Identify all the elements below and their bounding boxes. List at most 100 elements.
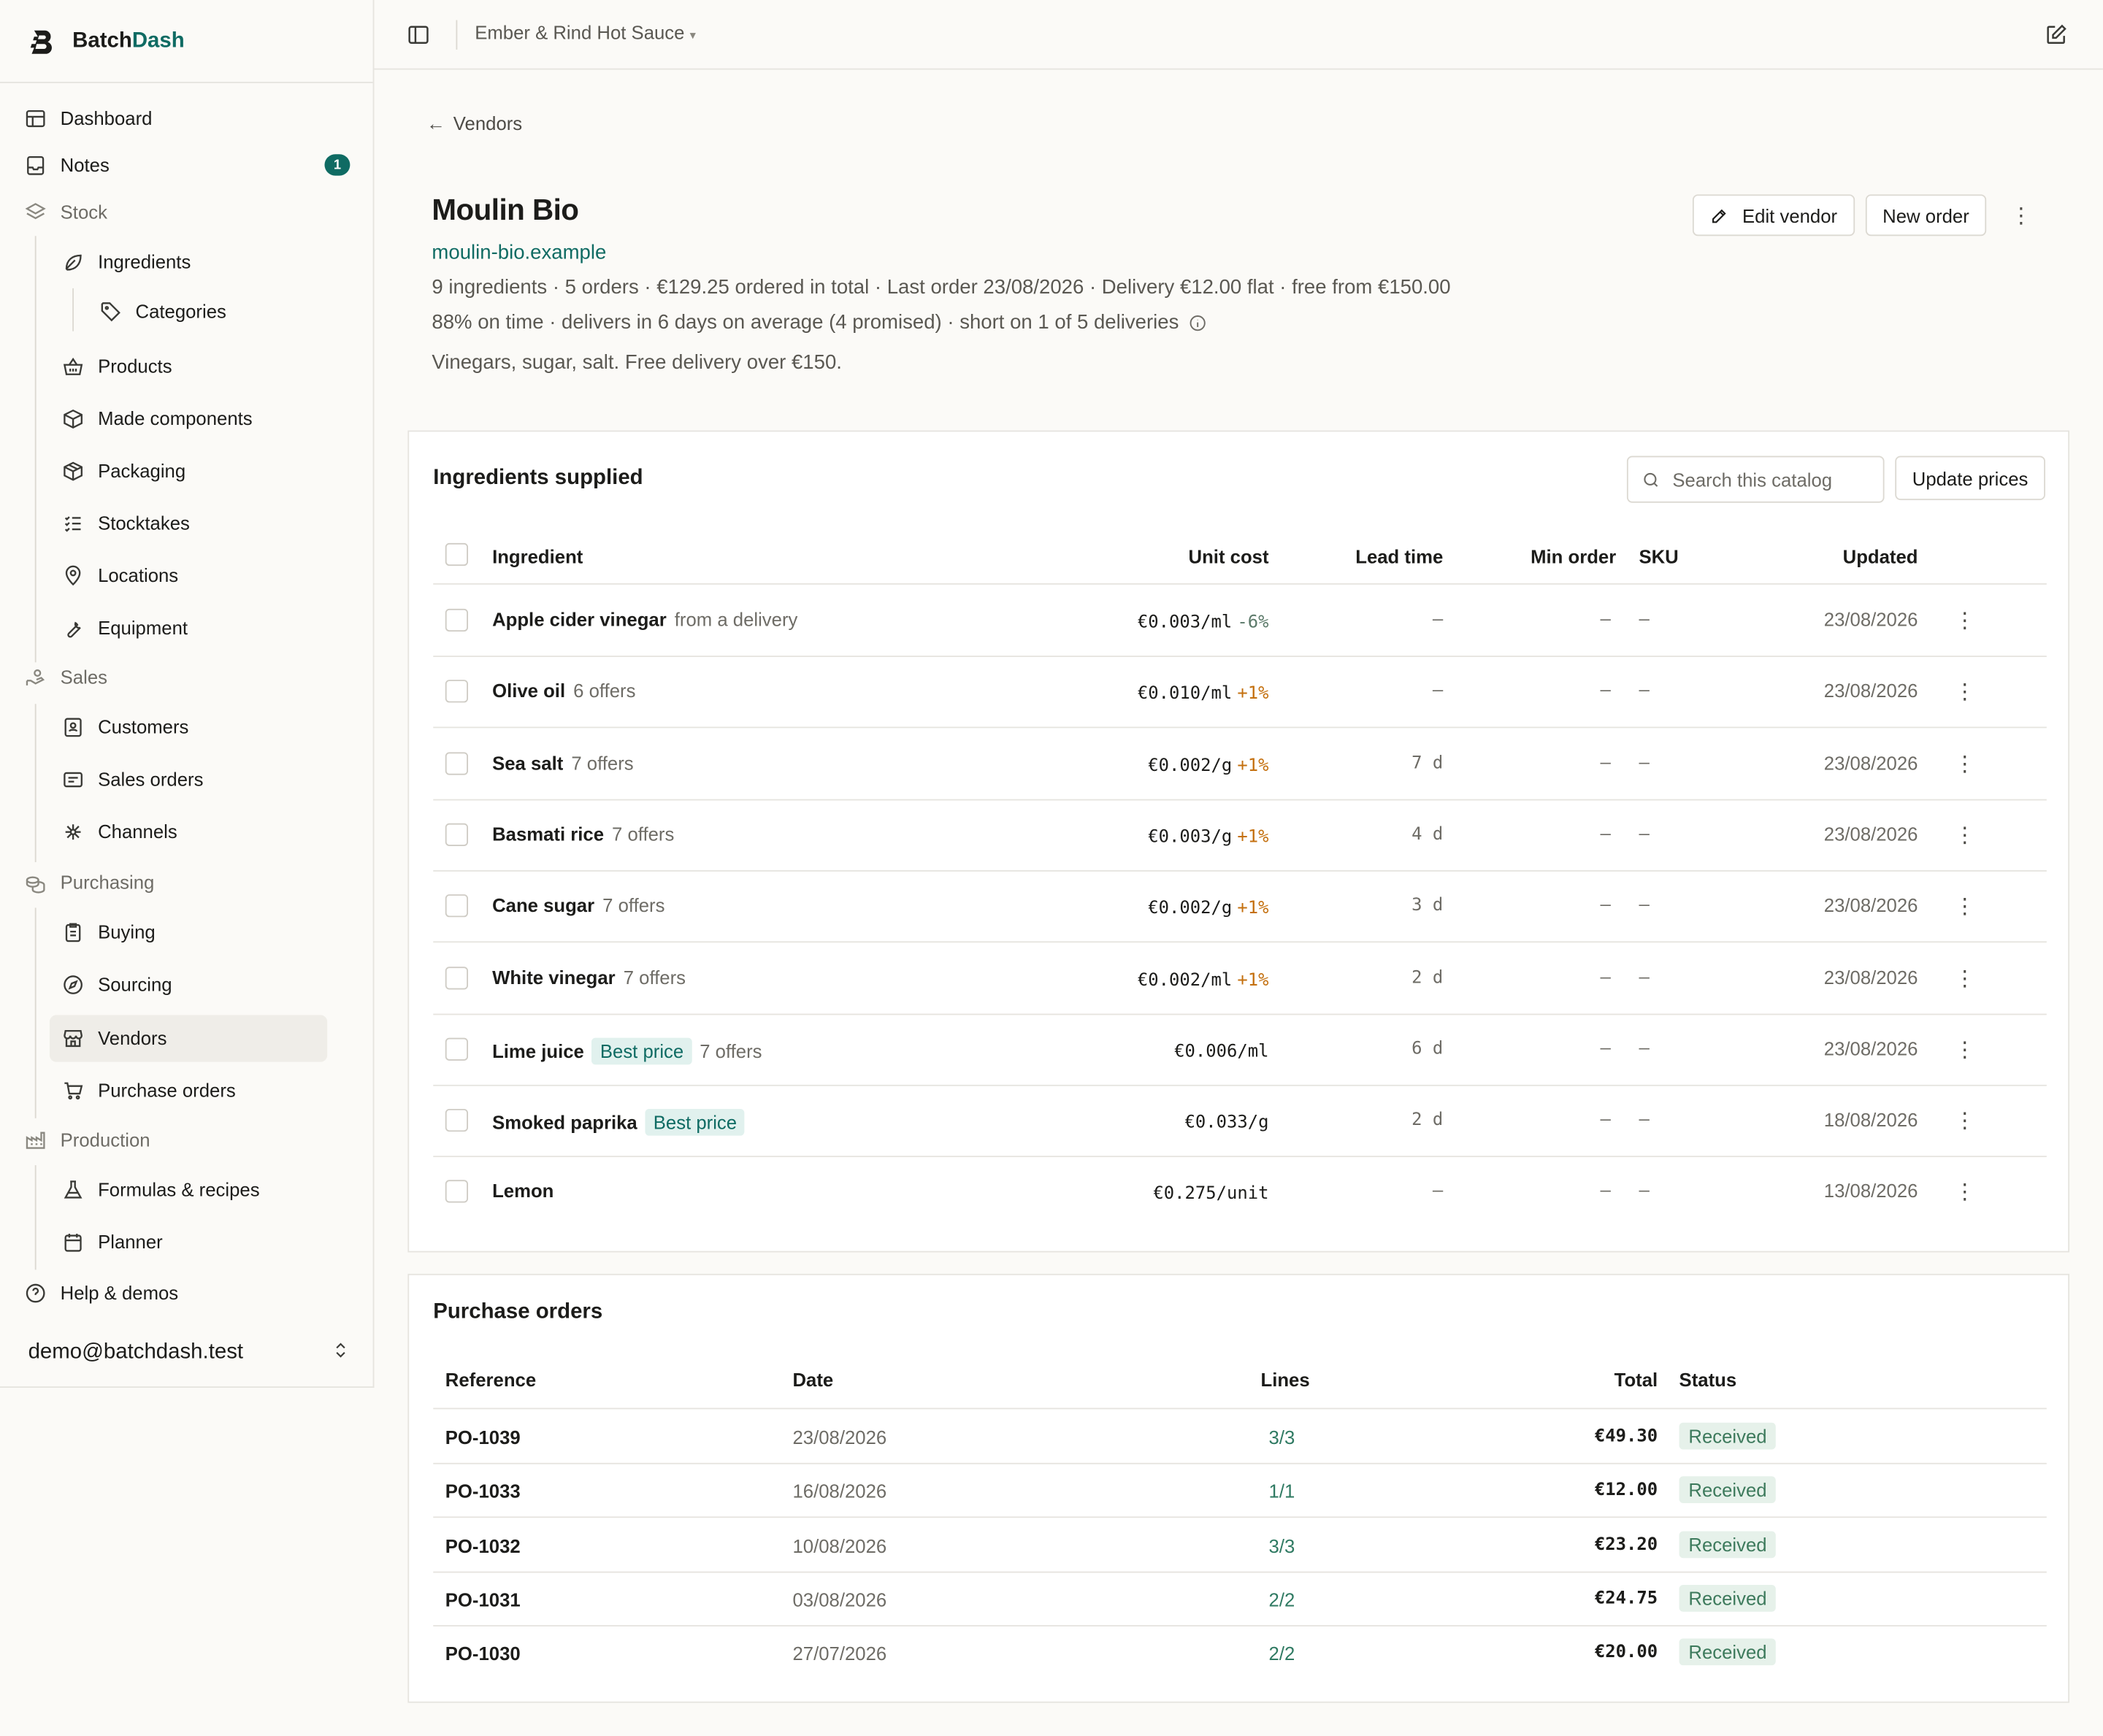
- table-row[interactable]: PO-1033 16/08/2026 1/1 €12.00 Received: [433, 1464, 2047, 1518]
- catalog-search-input[interactable]: Search this catalog: [1626, 456, 1885, 503]
- sidebar-section-stock[interactable]: Stock: [24, 193, 107, 230]
- table-row[interactable]: PO-1030 27/07/2026 2/2 €20.00 Received: [433, 1626, 2047, 1680]
- sidebar-item-products[interactable]: Products: [61, 347, 172, 385]
- ingredient-name[interactable]: Olive oil: [492, 680, 565, 702]
- col-date[interactable]: Date: [792, 1369, 833, 1390]
- table-row[interactable]: Basmati rice 7 offers €0.003/g +1% 4 d – – 23/…: [433, 800, 2047, 872]
- sidebar-item-purchase-orders[interactable]: Purchase orders: [61, 1072, 236, 1109]
- col-reference[interactable]: Reference: [445, 1369, 536, 1390]
- table-row[interactable]: PO-1039 23/08/2026 3/3 €49.30 Received: [433, 1410, 2047, 1464]
- table-row[interactable]: Olive oil 6 offers €0.010/ml +1% – – – 23/08/2…: [433, 658, 2047, 729]
- back-to-vendors-link[interactable]: ← Vendors: [426, 112, 522, 134]
- row-checkbox[interactable]: [445, 894, 469, 918]
- sidebar-item-made-components[interactable]: Made components: [61, 399, 253, 437]
- col-updated[interactable]: Updated: [1843, 546, 1918, 567]
- row-checkbox[interactable]: [445, 1037, 469, 1061]
- po-reference[interactable]: PO-1039: [445, 1426, 521, 1448]
- sidebar-item-dashboard[interactable]: Dashboard: [24, 99, 152, 137]
- row-checkbox[interactable]: [445, 823, 469, 846]
- ingredient-name[interactable]: Lemon: [492, 1180, 553, 1202]
- table-row[interactable]: Lime juice Best price 7 offers €0.006/ml 6 d…: [433, 1015, 2047, 1086]
- col-min-order[interactable]: Min order: [1531, 546, 1616, 567]
- sidebar-item-customers[interactable]: Customers: [61, 708, 188, 745]
- po-reference[interactable]: PO-1031: [445, 1589, 521, 1610]
- table-row[interactable]: White vinegar 7 offers €0.002/ml +1% 2 d – – 2…: [433, 943, 2047, 1015]
- row-more-icon[interactable]: ⋮: [1954, 1182, 1975, 1205]
- sidebar-item-locations[interactable]: Locations: [61, 556, 178, 594]
- ingredient-name[interactable]: Basmati rice: [492, 823, 604, 845]
- row-checkbox[interactable]: [445, 1109, 469, 1132]
- table-row[interactable]: PO-1032 10/08/2026 3/3 €23.20 Received: [433, 1518, 2047, 1572]
- edit-vendor-button[interactable]: Edit vendor: [1692, 194, 1855, 237]
- sidebar-section-sales[interactable]: Sales: [24, 658, 107, 696]
- sidebar-item-help[interactable]: Help & demos: [24, 1274, 178, 1311]
- sidebar-item-stocktakes[interactable]: Stocktakes: [61, 504, 190, 542]
- sidebar-item-categories[interactable]: Categories: [99, 292, 226, 329]
- ingredient-name[interactable]: Cane sugar: [492, 894, 594, 915]
- select-all-checkbox[interactable]: [445, 542, 469, 566]
- row-more-icon[interactable]: ⋮: [1954, 1039, 1975, 1061]
- workspace-switcher[interactable]: Ember & Rind Hot Sauce ▾: [475, 21, 696, 42]
- more-actions-icon[interactable]: ⋮: [2010, 205, 2031, 228]
- sidebar-item-channels[interactable]: Channels: [61, 813, 177, 850]
- table-row[interactable]: Lemon €0.275/unit – – – 13/08/2026 ⋮: [433, 1158, 2047, 1229]
- sidebar-item-label: Purchase orders: [98, 1079, 236, 1101]
- col-lines[interactable]: Lines: [1260, 1369, 1309, 1390]
- row-checkbox[interactable]: [445, 966, 469, 989]
- ingredient-name[interactable]: Sea salt: [492, 752, 563, 773]
- sidebar-item-sourcing[interactable]: Sourcing: [61, 965, 172, 1002]
- col-total[interactable]: Total: [1614, 1369, 1658, 1390]
- table-row[interactable]: Apple cider vinegar from a delivery €0.003…: [433, 586, 2047, 657]
- new-order-button[interactable]: New order: [1865, 194, 1987, 237]
- table-row[interactable]: Cane sugar 7 offers €0.002/g +1% 3 d – – 23/08…: [433, 872, 2047, 943]
- ingredient-name[interactable]: Smoked paprika: [492, 1112, 637, 1133]
- sidebar-section-purchasing[interactable]: Purchasing: [24, 864, 154, 901]
- sidebar-item-equipment[interactable]: Equipment: [61, 609, 188, 646]
- po-reference[interactable]: PO-1032: [445, 1535, 521, 1556]
- arrow-left-icon: ←: [426, 112, 445, 134]
- col-status[interactable]: Status: [1679, 1369, 1737, 1390]
- sidebar-item-buying[interactable]: Buying: [61, 913, 156, 950]
- row-more-icon[interactable]: ⋮: [1954, 896, 1975, 918]
- sidebar-item-planner[interactable]: Planner: [61, 1223, 163, 1260]
- ingredient-name[interactable]: Lime juice: [492, 1040, 584, 1061]
- sidebar-item-label: Stocktakes: [98, 512, 190, 534]
- row-checkbox[interactable]: [445, 608, 469, 632]
- row-more-icon[interactable]: ⋮: [1954, 1110, 1975, 1133]
- sidebar-toggle-icon[interactable]: [407, 23, 431, 47]
- row-checkbox[interactable]: [445, 1180, 469, 1204]
- row-checkbox[interactable]: [445, 751, 469, 775]
- sidebar-item-sales-orders[interactable]: Sales orders: [61, 760, 203, 797]
- sidebar-section-production[interactable]: Production: [24, 1121, 150, 1158]
- sidebar-item-vendors[interactable]: Vendors: [61, 1019, 166, 1056]
- row-checkbox[interactable]: [445, 680, 469, 703]
- row-more-icon[interactable]: ⋮: [1954, 824, 1975, 847]
- table-row[interactable]: Smoked paprika Best price €0.033/g 2 d – – 18/…: [433, 1086, 2047, 1158]
- sidebar-item-ingredients[interactable]: Ingredients: [61, 242, 191, 280]
- lead-time: –: [1432, 1181, 1444, 1202]
- compose-icon[interactable]: [2044, 23, 2068, 47]
- table-row[interactable]: PO-1031 03/08/2026 2/2 €24.75 Received: [433, 1572, 2047, 1626]
- row-more-icon[interactable]: ⋮: [1954, 967, 1975, 990]
- row-more-icon[interactable]: ⋮: [1954, 682, 1975, 704]
- sidebar-item-notes[interactable]: Notes: [24, 146, 110, 183]
- po-reference[interactable]: PO-1033: [445, 1480, 521, 1502]
- brand[interactable]: BatchDash: [0, 0, 373, 83]
- ingredient-name[interactable]: White vinegar: [492, 966, 616, 987]
- ingredient-offers: 6 offers: [573, 680, 636, 702]
- col-unit-cost[interactable]: Unit cost: [1189, 546, 1269, 567]
- po-reference[interactable]: PO-1030: [445, 1643, 521, 1664]
- sidebar-item-formulas[interactable]: Formulas & recipes: [61, 1170, 260, 1207]
- ingredient-name[interactable]: Apple cider vinegar: [492, 609, 667, 630]
- table-row[interactable]: Sea salt 7 offers €0.002/g +1% 7 d – – 23/08/2…: [433, 729, 2047, 800]
- sidebar-item-packaging[interactable]: Packaging: [61, 452, 185, 489]
- col-sku[interactable]: SKU: [1639, 546, 1678, 567]
- row-more-icon[interactable]: ⋮: [1954, 753, 1975, 775]
- col-ingredient[interactable]: Ingredient: [492, 546, 583, 567]
- info-icon[interactable]: [1188, 313, 1207, 332]
- col-lead-time[interactable]: Lead time: [1355, 546, 1443, 567]
- update-prices-button[interactable]: Update prices: [1895, 456, 2045, 501]
- row-more-icon[interactable]: ⋮: [1954, 610, 1975, 633]
- user-menu[interactable]: demo@batchdash.test: [28, 1335, 350, 1370]
- vendor-website-link[interactable]: moulin-bio.example: [432, 242, 606, 264]
